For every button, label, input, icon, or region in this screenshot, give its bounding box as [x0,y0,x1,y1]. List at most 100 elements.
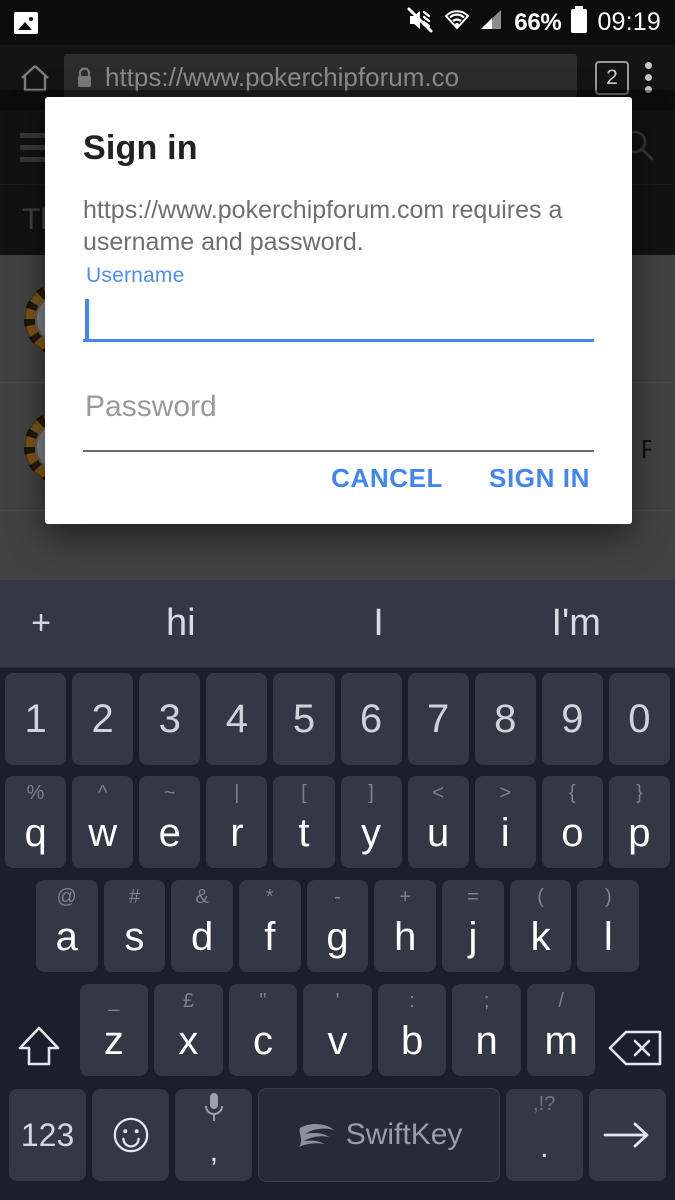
key-l[interactable]: ) l [577,880,640,972]
arrow-right-icon [604,1122,649,1148]
prediction-3[interactable]: I'm [477,602,675,645]
key-d-alt: & [195,886,209,908]
keyboard-row-bottom: _ z £ x " c ' v :b ; n / m [0,978,675,1082]
key-o-alt: { [568,782,576,804]
shift-icon[interactable] [5,984,74,1076]
password-underline [83,450,594,452]
tab-count-button[interactable]: 2 [595,60,629,95]
key-s[interactable]: # s [103,880,166,972]
key-x-label: x [178,1019,199,1063]
key-5[interactable]: 5 [273,673,335,765]
key-a[interactable]: @ a [35,880,98,972]
text-caret [85,299,89,339]
key-v[interactable]: ' v [303,984,372,1076]
key-n[interactable]: ; n [452,984,521,1076]
battery-icon [570,6,588,39]
battery-percent: 66% [514,8,562,36]
sign-in-button[interactable]: SIGN IN [485,455,594,502]
key-y[interactable]: ] y [340,776,402,868]
key-1[interactable]: 1 [5,673,67,765]
key-b-label: b [400,1019,424,1063]
dialog-actions: CANCEL SIGN IN [327,455,594,502]
key-f-label: f [264,915,276,959]
key-n-label: n [475,1019,498,1063]
key-k-label: k [530,915,551,959]
backspace-icon[interactable] [601,984,670,1076]
add-prediction-button[interactable]: + [0,604,82,643]
username-label: Username [86,264,185,287]
key-a-alt: @ [56,886,77,908]
sign-in-dialog: Sign in https://www.pokerchipforum.com r… [45,97,632,524]
key-8[interactable]: 8 [474,673,536,765]
keyboard-row-top: % q ^ w ~ e | r [t ] y < u > i {o } p [0,770,675,874]
key-g-label: g [326,915,349,959]
key-m-label: m [544,1019,578,1063]
prediction-2[interactable]: I [280,602,478,645]
key-j-label: j [468,915,478,959]
status-bar-right: 66% 09:19 [407,6,661,39]
prediction-bar: + hi I I'm [0,580,675,668]
key-e-alt: ~ [163,782,176,804]
key-j[interactable]: = j [442,880,504,972]
key-9[interactable]: 9 [541,673,603,765]
key-c[interactable]: " c [228,984,298,1076]
key-t[interactable]: [t [273,776,335,868]
overflow-menu-icon[interactable] [645,62,653,93]
key-y-alt: ] [368,782,374,804]
key-w[interactable]: ^ w [72,776,134,868]
key-0[interactable]: 0 [608,673,670,765]
key-2[interactable]: 2 [72,673,134,765]
enter-key[interactable] [588,1089,666,1181]
key-s-label: s [124,915,145,959]
key-d[interactable]: & d [171,880,233,972]
key-x[interactable]: £ x [154,984,223,1076]
key-v-alt: ' [335,990,340,1012]
key-m[interactable]: / m [526,984,596,1076]
mute-icon [407,7,435,38]
key-6[interactable]: 6 [340,673,402,765]
key-4[interactable]: 4 [206,673,268,765]
cancel-button[interactable]: CANCEL [327,455,447,502]
key-p-label: p [628,811,651,855]
key-f[interactable]: * f [238,880,301,972]
url-bar[interactable]: https://www.pokerchipforum.co [64,53,577,102]
emoji-icon[interactable] [92,1089,170,1181]
key-7[interactable]: 7 [407,673,469,765]
key-o[interactable]: {o [541,776,603,868]
key-p[interactable]: } p [608,776,670,868]
username-field-group: Username [83,264,594,342]
dialog-message: https://www.pokerchipforum.com requires … [83,196,563,256]
key-v-label: v [327,1019,348,1063]
key-e[interactable]: ~ e [139,776,201,868]
key-3[interactable]: 3 [139,673,201,765]
password-input[interactable]: Password [83,390,594,452]
key-k[interactable]: (k [509,880,572,972]
key-x-alt: £ [182,990,194,1012]
key-z-alt: _ [108,990,120,1012]
key-r-label: r [230,811,244,855]
image-icon [14,11,38,34]
key-i[interactable]: > i [474,776,536,868]
numeric-mode-key[interactable]: 123 [9,1089,87,1181]
key-b[interactable]: :b [377,984,447,1076]
prediction-1[interactable]: hi [82,602,280,645]
password-placeholder: Password [85,390,217,423]
key-r[interactable]: | r [206,776,268,868]
period-key[interactable]: ,!? . [505,1089,583,1181]
key-u-label: u [427,811,450,855]
key-p-alt: } [636,782,643,804]
key-u[interactable]: < u [407,776,469,868]
dialog-title: Sign in [83,129,198,167]
key-q[interactable]: % q [5,776,67,868]
key-z[interactable]: _ z [79,984,149,1076]
key-h[interactable]: + h [374,880,437,972]
comma-key[interactable]: , [175,1089,253,1181]
key-k-alt: ( [537,886,544,908]
key-r-alt: | [234,782,240,804]
home-icon[interactable] [20,63,50,93]
spacebar[interactable]: SwiftKey [258,1088,500,1182]
key-q-label: q [24,811,47,855]
key-g[interactable]: -g [306,880,369,972]
username-input[interactable] [83,297,594,342]
key-q-alt: % [26,782,45,804]
